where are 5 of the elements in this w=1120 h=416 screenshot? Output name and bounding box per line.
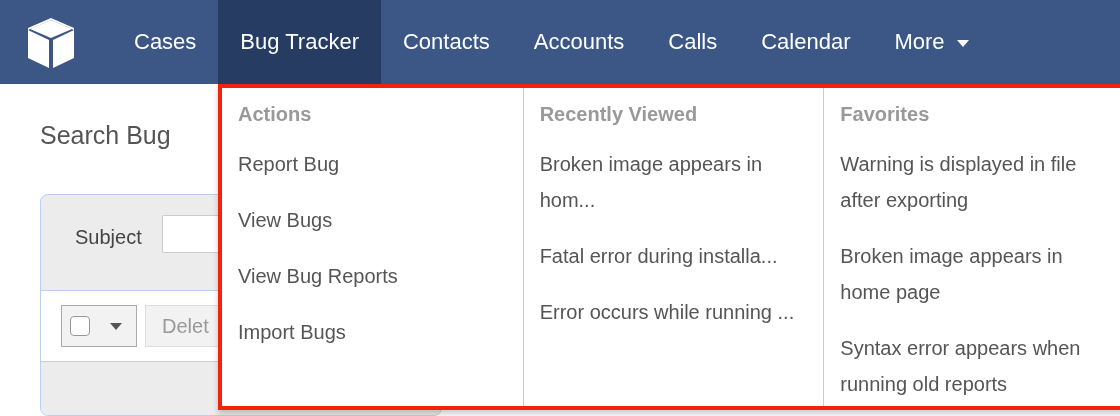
menu-section-title: Actions — [238, 102, 313, 127]
subject-label: Subject — [75, 225, 142, 249]
menu-section-title: Recently Viewed — [539, 102, 699, 127]
menu-section-title: Favorites — [840, 102, 931, 127]
page-heading: Search Bug — [40, 120, 172, 150]
